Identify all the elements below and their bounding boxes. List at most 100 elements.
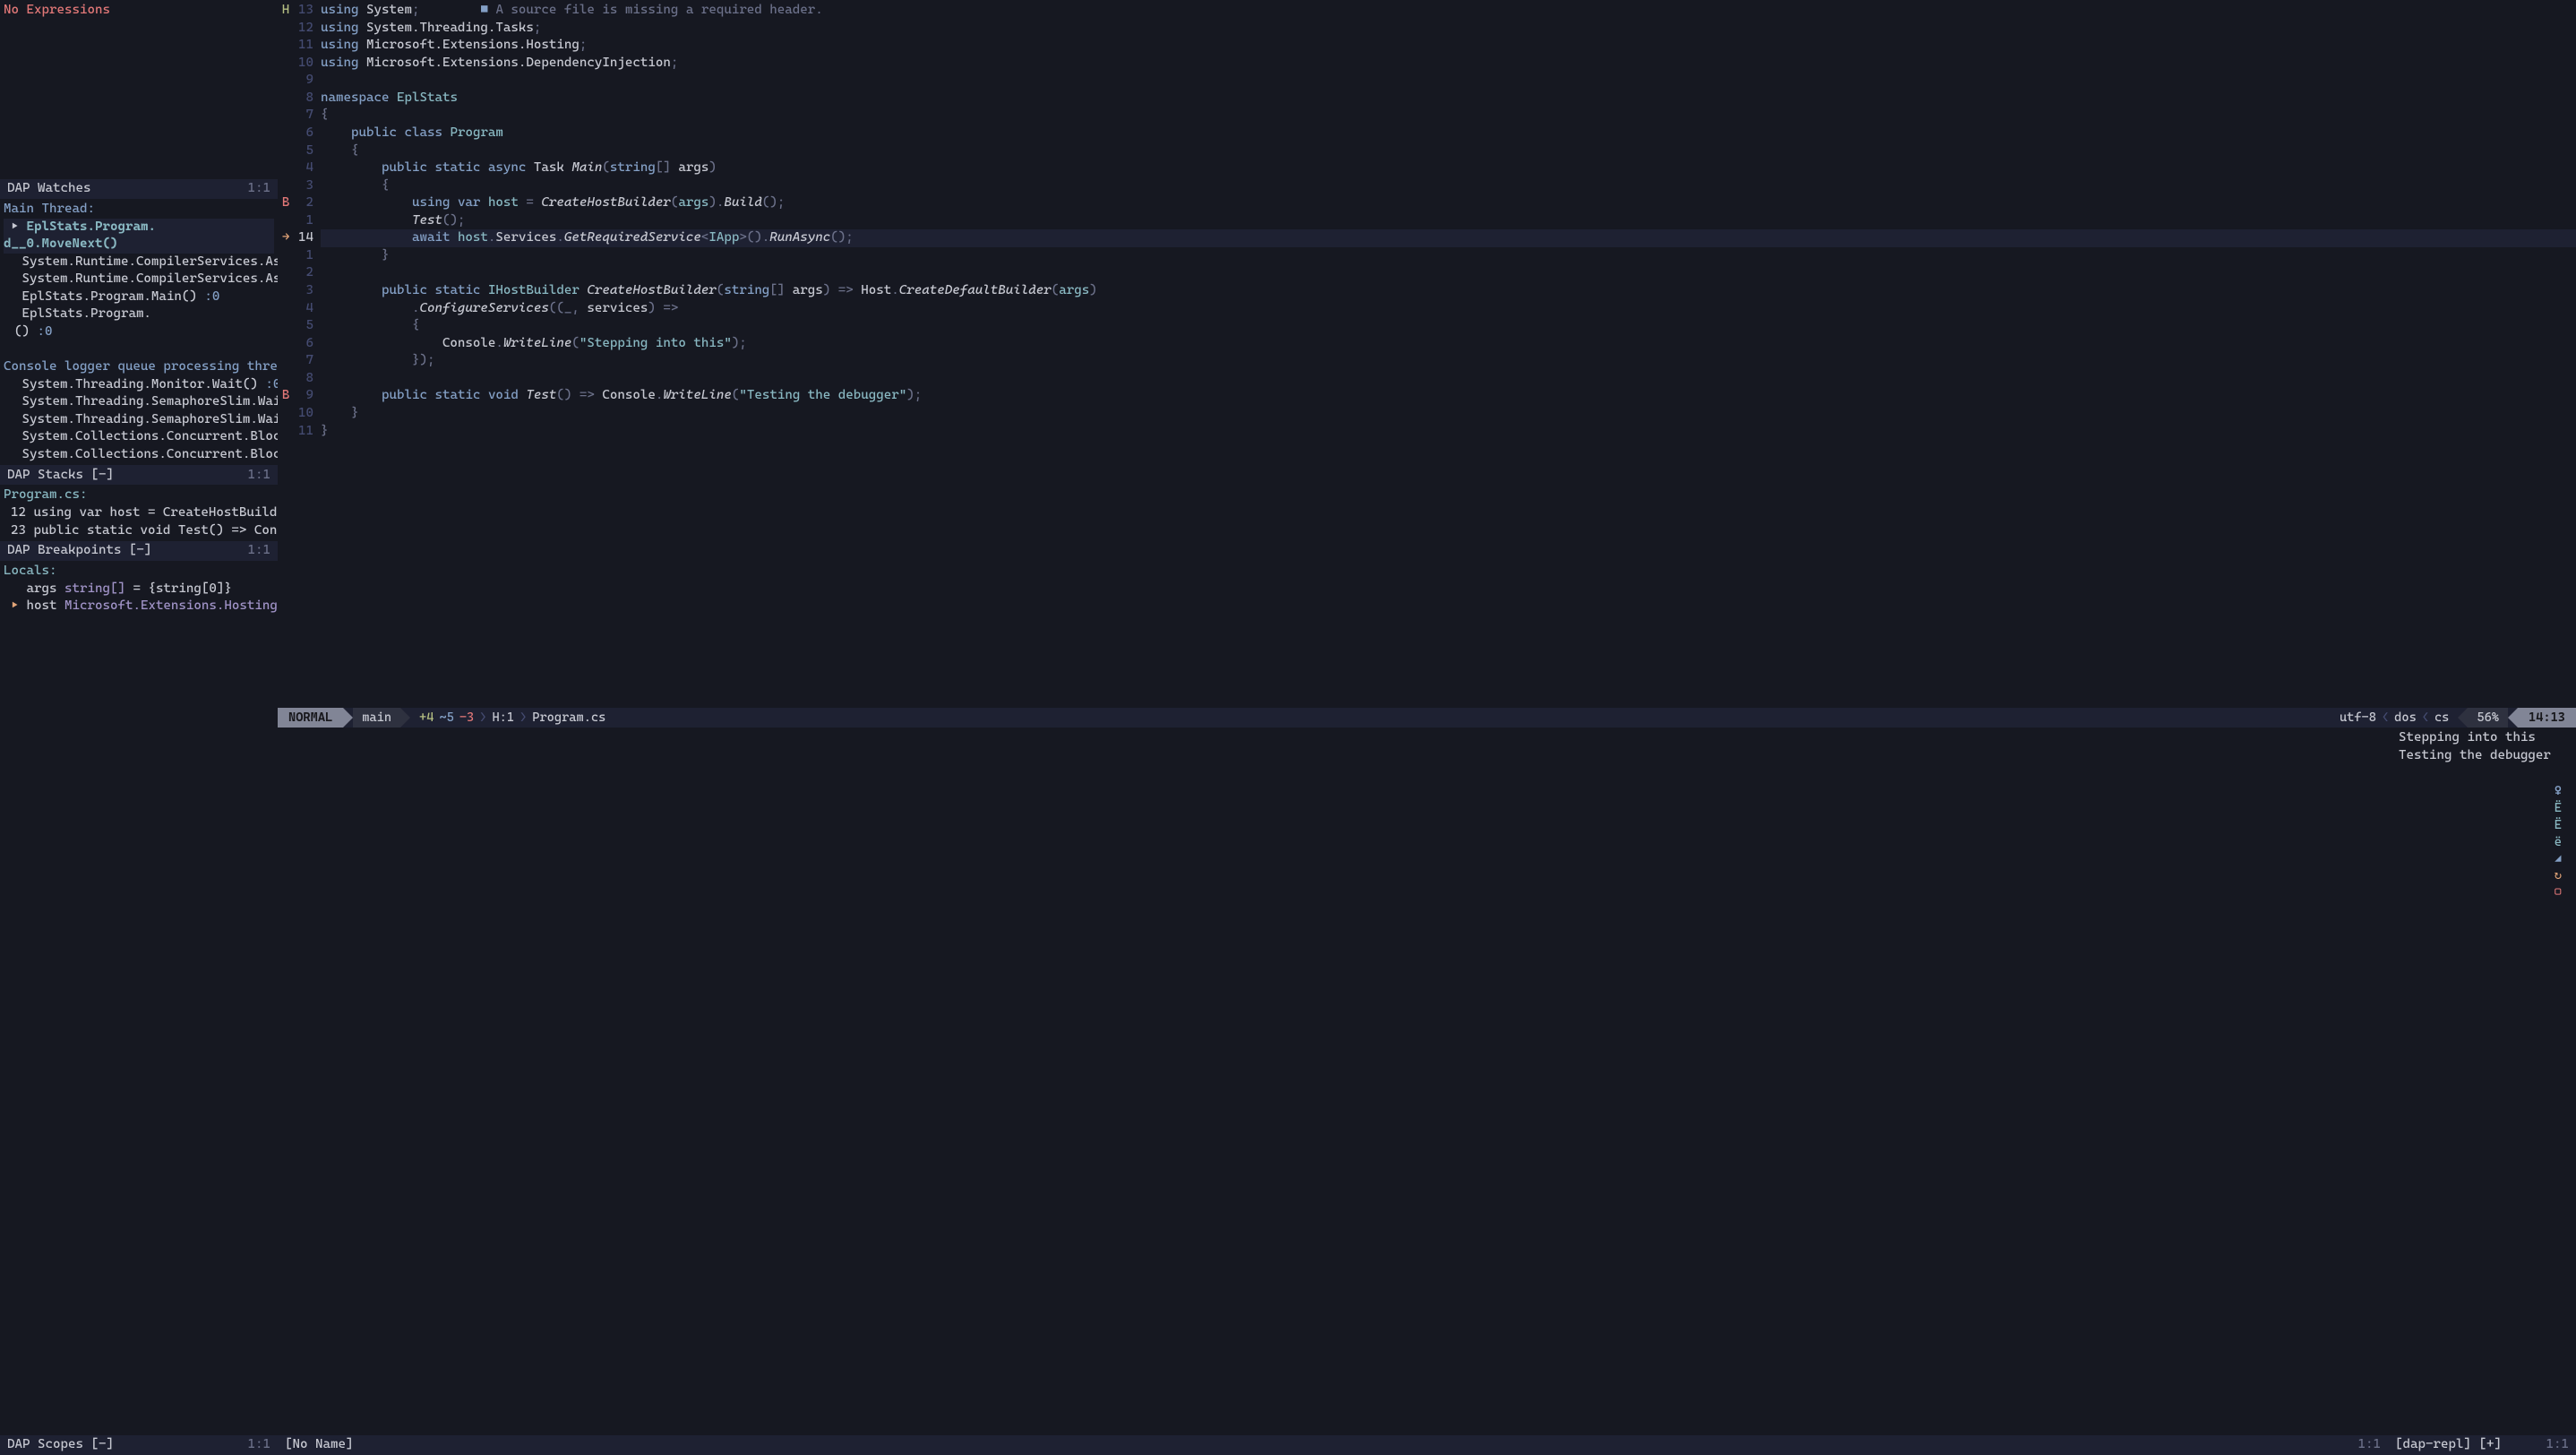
code-line[interactable]: Console.WriteLine("Stepping into this"); — [321, 335, 2576, 353]
sign — [278, 212, 294, 230]
line-number: 4 — [294, 159, 313, 177]
breakpoint-file[interactable]: Program.cs: — [4, 486, 274, 504]
dap-watches-titlebar: DAP Watches 1:1 — [0, 179, 278, 199]
sign — [278, 282, 294, 300]
stack-frame[interactable]: ▸ EplStats.Program.d__0.MoveNext() — [4, 219, 274, 254]
code-line[interactable]: { — [321, 177, 2576, 195]
empty-buffer[interactable]: ♀ Ë Ë ë ◢ ↻ ▢ — [278, 728, 2388, 1435]
sign — [278, 20, 294, 38]
code-content[interactable]: using System; ■ A source file is missing… — [321, 2, 2576, 708]
fileformat: dos — [2394, 710, 2417, 727]
dap-watches-pos: 1:1 — [248, 180, 271, 198]
stack-frame[interactable]: System.Threading.SemaphoreSlim.Wait() : — [4, 411, 274, 429]
code-line[interactable]: { — [321, 317, 2576, 335]
diff-removed: -3 — [459, 710, 474, 727]
sign — [278, 405, 294, 423]
filename: Program.cs — [532, 710, 605, 727]
line-number: 10 — [294, 55, 313, 73]
code-line[interactable]: public class Program — [321, 125, 2576, 142]
stack-frame[interactable]: System.Runtime.CompilerServices.AsyncMe — [4, 254, 274, 271]
code-line[interactable]: using System.Threading.Tasks; — [321, 20, 2576, 38]
line-number: 5 — [294, 317, 313, 335]
percent-segment: 56% — [2468, 708, 2508, 728]
percent: 56% — [2477, 710, 2499, 727]
dap-stacks-pane[interactable]: Main Thread: ▸ EplStats.Program.d__0.Mov… — [0, 199, 278, 465]
sign — [278, 423, 294, 441]
code-line[interactable]: using var host = CreateHostBuilder(args)… — [321, 194, 2576, 212]
bottom-statusbars: [No Name] 1:1 [dap-repl] [+] 1:1 — [278, 1435, 2576, 1455]
code-line[interactable] — [321, 370, 2576, 388]
dap-scopes-pos: 1:1 — [248, 1436, 271, 1454]
scope-variable[interactable]: args string[] = {string[0]} — [4, 581, 274, 598]
breakpoint-item[interactable]: 23 public static void Test() => Console — [4, 522, 274, 540]
sign: B — [278, 387, 294, 405]
line-number: 6 — [294, 125, 313, 142]
dap-scopes-pane[interactable]: Locals: args string[] = {string[0]} ▸ ho… — [0, 561, 278, 1435]
line-number: 8 — [294, 370, 313, 388]
code-line[interactable]: }); — [321, 352, 2576, 370]
stack-frame[interactable]: System.Collections.Concurrent.BlockingC — [4, 446, 274, 464]
line-number: 11 — [294, 37, 313, 55]
code-line[interactable]: public static void Test() => Console.Wri… — [321, 387, 2576, 405]
code-line[interactable] — [321, 72, 2576, 90]
line-number: 14 — [294, 229, 313, 247]
stack-frame[interactable]: System.Threading.Monitor.Wait() :0 — [4, 376, 274, 394]
stack-frame[interactable]: System.Runtime.CompilerServices.AsyncTa — [4, 271, 274, 288]
sign: B — [278, 194, 294, 212]
linenr-column: 13121110987654321141234567891011 — [294, 2, 321, 708]
code-line[interactable]: { — [321, 107, 2576, 125]
repl-title: [dap-repl] [+] — [2395, 1436, 2502, 1454]
separator-icon — [2508, 708, 2518, 728]
stack-frame[interactable]: EplStats.Program.() :0 — [4, 306, 274, 340]
code-line[interactable]: Test(); — [321, 212, 2576, 230]
code-line[interactable]: .ConfigureServices((_, services) => — [321, 300, 2576, 318]
dap-breakpoints-pane[interactable]: Program.cs:12 using var host = CreateHos… — [0, 485, 278, 541]
stack-frame[interactable]: System.Collections.Concurrent.BlockingC — [4, 428, 274, 446]
code-line[interactable]: public static IHostBuilder CreateHostBui… — [321, 282, 2576, 300]
dap-watches-title: DAP Watches — [7, 180, 90, 198]
line-number: 3 — [294, 177, 313, 195]
code-line[interactable]: public static async Task Main(string[] a… — [321, 159, 2576, 177]
sign — [278, 90, 294, 108]
scope-variable[interactable]: ▸ host Microsoft.Extensions.Hosting.Int — [4, 598, 274, 616]
stack-frame[interactable]: EplStats.Program.Main() :0 — [4, 288, 274, 306]
separator-icon — [400, 708, 410, 728]
sign — [278, 107, 294, 125]
sign — [278, 317, 294, 335]
code-line[interactable]: } — [321, 247, 2576, 265]
code-line[interactable]: } — [321, 423, 2576, 441]
code-line[interactable]: namespace EplStats — [321, 90, 2576, 108]
line-number: 10 — [294, 405, 313, 423]
code-editor[interactable]: H B → B 13121110987654321141234567891011… — [278, 0, 2576, 708]
scope-header[interactable]: Locals: — [4, 563, 274, 581]
chevron-icon: ❬ — [2382, 710, 2389, 727]
diff-added: +4 — [419, 710, 434, 727]
line-number: 7 — [294, 352, 313, 370]
noname-title: [No Name] — [285, 1436, 353, 1454]
code-line[interactable]: using System; ■ A source file is missing… — [321, 2, 2576, 20]
git-branch: main — [362, 710, 391, 727]
stack-frame[interactable]: System.Threading.SemaphoreSlim.WaitUnti — [4, 393, 274, 411]
code-line[interactable] — [321, 264, 2576, 282]
root: No Expressions DAP Watches 1:1 Main Thre… — [0, 0, 2576, 1455]
sign: → — [278, 229, 294, 247]
code-line[interactable]: await host.Services.GetRequiredService<I… — [321, 229, 2576, 247]
encoding: utf-8 — [2340, 710, 2376, 727]
code-line[interactable]: using Microsoft.Extensions.DependencyInj… — [321, 55, 2576, 73]
separator-icon — [343, 708, 353, 728]
thread-header[interactable]: Console logger queue processing thread: — [4, 358, 274, 376]
dap-scopes-titlebar: DAP Scopes [-] 1:1 — [0, 1435, 278, 1455]
chevron-icon: ❭ — [519, 710, 527, 727]
line-number: 4 — [294, 300, 313, 318]
code-line[interactable]: using Microsoft.Extensions.Hosting; — [321, 37, 2576, 55]
repl-titlebar: [dap-repl] [+] 1:1 — [2388, 1435, 2576, 1455]
line-number: 9 — [294, 387, 313, 405]
thread-header[interactable]: Main Thread: — [4, 201, 274, 219]
code-line[interactable]: { — [321, 142, 2576, 160]
code-line[interactable]: } — [321, 405, 2576, 423]
breakpoint-item[interactable]: 12 using var host = CreateHostBuilder(a — [4, 504, 274, 522]
dap-watches-pane[interactable]: No Expressions — [0, 0, 278, 179]
filetype: cs — [2434, 710, 2449, 727]
repl-pos: 1:1 — [2546, 1436, 2570, 1454]
dap-stacks-pos: 1:1 — [248, 467, 271, 485]
